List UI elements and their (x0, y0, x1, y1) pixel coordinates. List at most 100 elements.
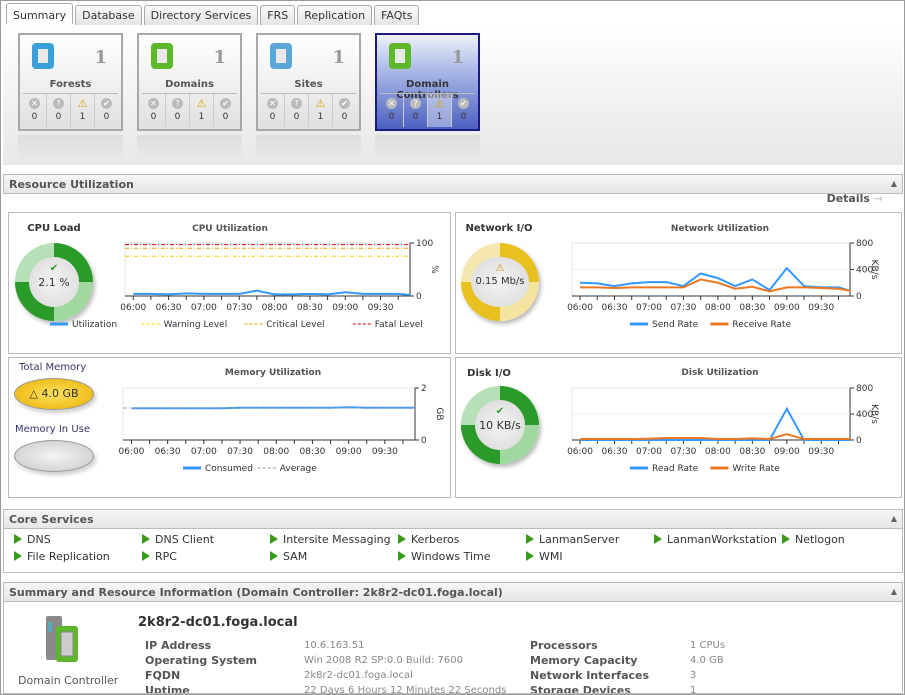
service-item[interactable]: Kerberos (398, 533, 459, 546)
info-label: Memory Capacity (530, 654, 638, 667)
info-value: 3 (690, 670, 697, 681)
service-name: Netlogon (795, 533, 845, 546)
legend-label: Send Rate (652, 320, 699, 330)
legend-label: Write Rate (732, 464, 780, 474)
collapse-icon[interactable]: ▲ (891, 587, 897, 596)
x-tick-label: 08:30 (739, 447, 765, 457)
running-icon (270, 551, 278, 561)
y-axis-label: KB/s (869, 260, 879, 280)
x-tick-label: 08:30 (297, 303, 323, 313)
running-icon (782, 534, 790, 544)
service-item[interactable]: SAM (270, 550, 307, 563)
x-tick-label: 06:30 (155, 447, 181, 457)
legend-label: Critical Level (266, 320, 324, 330)
host-name: 2k8r2-dc01.foga.local (138, 615, 298, 630)
service-name: RPC (155, 550, 177, 563)
x-tick-label: 09:30 (808, 303, 834, 313)
x-tick-label: 08:30 (299, 447, 325, 457)
service-name: Windows Time (411, 550, 491, 563)
x-tick-label: 06:30 (602, 303, 628, 313)
service-item[interactable]: Windows Time (398, 550, 491, 563)
service-item[interactable]: File Replication (14, 550, 110, 563)
domain-controller-icon (46, 616, 78, 662)
x-tick-label: 07:30 (670, 303, 696, 313)
legend-label: Read Rate (652, 464, 699, 474)
chart-title: Memory Utilization (225, 368, 321, 378)
collapse-icon[interactable]: ▲ (891, 514, 897, 523)
plot-area (124, 242, 411, 297)
info-label: Processors (530, 639, 598, 652)
info-label: Operating System (145, 654, 257, 667)
chart-title: CPU Utilization (192, 224, 268, 234)
section-title: Core Services (9, 513, 94, 526)
running-icon (526, 551, 534, 561)
y-tick-label: 800 (856, 384, 873, 394)
info-value: 10.6.163.51 (304, 640, 365, 651)
legend-label: Receive Rate (732, 320, 791, 330)
charts-layer: CPU Utilization 06:00 06:30 07:00 07:30 08:00… (50, 224, 879, 474)
running-icon (270, 534, 278, 544)
summary-header[interactable]: Summary and Resource Information (Domain… (3, 582, 903, 602)
core-services-list: DNS DNS Client Intersite Messaging Kerberos… (3, 529, 903, 573)
running-icon (654, 534, 662, 544)
service-name: WMI (539, 550, 563, 563)
service-name: File Replication (27, 550, 110, 563)
service-name: SAM (283, 550, 308, 563)
info-label: FQDN (145, 669, 181, 682)
service-item[interactable]: LanmanWorkstation (654, 533, 777, 546)
service-name: Kerberos (411, 533, 460, 546)
running-icon (14, 551, 22, 561)
x-tick-label: 09:00 (774, 303, 800, 313)
x-tick-label: 06:00 (120, 303, 146, 313)
running-icon (398, 551, 406, 561)
y-axis-label: % (429, 265, 439, 274)
x-tick-label: 07:00 (636, 303, 662, 313)
info-value: 4.0 GB (690, 655, 724, 666)
core-services-header[interactable]: Core Services ▲ (3, 509, 903, 529)
domain-controller-label: Domain Controller (18, 674, 119, 687)
service-item[interactable]: RPC (142, 550, 177, 563)
x-tick-label: 06:00 (567, 447, 593, 457)
x-tick-label: 08:00 (705, 303, 731, 313)
x-tick-label: 09:00 (774, 447, 800, 457)
service-name: DNS Client (155, 533, 215, 546)
x-tick-label: 08:30 (739, 303, 765, 313)
x-tick-label: 06:30 (156, 303, 182, 313)
service-name: DNS (27, 533, 51, 546)
info-label: Uptime (145, 684, 190, 694)
legend-label: Fatal Level (375, 320, 423, 330)
service-name: LanmanWorkstation (667, 533, 777, 546)
x-tick-label: 07:30 (226, 303, 252, 313)
summary-body: Domain Controller 2k8r2-dc01.foga.local … (3, 602, 903, 694)
service-item[interactable]: WMI (526, 550, 563, 563)
service-item[interactable]: LanmanServer (526, 533, 619, 546)
x-tick-label: 07:00 (191, 447, 217, 457)
info-value: 2k8r2-dc01.foga.local (304, 670, 413, 681)
legend-label: Warning Level (164, 320, 228, 330)
chart-title: Network Utilization (671, 224, 769, 234)
legend-label: Average (280, 464, 317, 474)
y-tick-label: 100 (416, 239, 433, 249)
service-item[interactable]: Netlogon (782, 533, 845, 546)
y-axis-label: GB (434, 407, 444, 420)
x-tick-label: 09:00 (332, 303, 358, 313)
x-tick-label: 09:00 (336, 447, 362, 457)
service-item[interactable]: DNS (14, 533, 51, 546)
y-tick-label: 0 (856, 292, 862, 302)
y-tick-label: 800 (856, 239, 873, 249)
legend-label: Utilization (72, 320, 117, 330)
info-value: 1 (690, 685, 697, 694)
x-tick-label: 09:30 (372, 447, 398, 457)
section-title: Summary and Resource Information (Domain… (9, 586, 503, 599)
y-tick-label: 0 (856, 436, 862, 446)
info-label: Network Interfaces (530, 669, 650, 682)
y-axis-label: KB/s (869, 404, 879, 424)
service-item[interactable]: Intersite Messaging (270, 533, 391, 546)
x-tick-label: 07:00 (636, 447, 662, 457)
service-item[interactable]: DNS Client (142, 533, 214, 546)
y-tick-label: 0 (421, 436, 427, 446)
y-tick-label: 0 (416, 292, 422, 302)
service-name: LanmanServer (539, 533, 620, 546)
x-tick-label: 09:30 (808, 447, 834, 457)
x-tick-label: 07:00 (191, 303, 217, 313)
